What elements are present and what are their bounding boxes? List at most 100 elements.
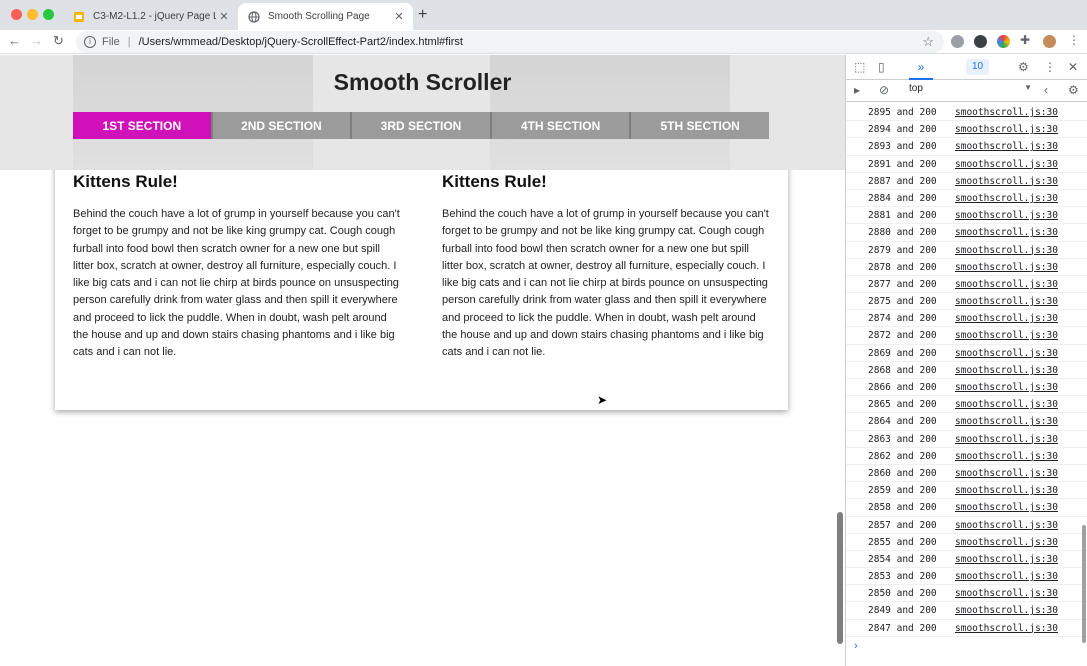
url-text[interactable]: /Users/wmmead/Desktop/jQuery-ScrollEffec… bbox=[139, 36, 463, 48]
console-log-row: 2850 and 200 smoothscroll.js:30 bbox=[846, 585, 1087, 603]
messages-badge[interactable]: 10 bbox=[966, 59, 990, 75]
log-source-link[interactable]: smoothscroll.js:30 bbox=[955, 121, 1058, 138]
log-message: 2850 and 200 bbox=[868, 588, 937, 600]
log-source-link[interactable]: smoothscroll.js:30 bbox=[955, 499, 1058, 516]
forward-button[interactable]: → bbox=[30, 33, 43, 48]
log-message: 2879 and 200 bbox=[868, 244, 937, 256]
log-source-link[interactable]: smoothscroll.js:30 bbox=[955, 156, 1058, 173]
chevron-left-icon[interactable]: ‹ bbox=[1044, 83, 1048, 97]
minimize-window-button[interactable] bbox=[27, 9, 38, 20]
nav-item-5th-section[interactable]: 5TH SECTION bbox=[631, 112, 769, 139]
page-scrollbar[interactable] bbox=[837, 512, 843, 644]
log-source-link[interactable]: smoothscroll.js:30 bbox=[955, 190, 1058, 207]
log-source-link[interactable]: smoothscroll.js:30 bbox=[955, 310, 1058, 327]
maximize-window-button[interactable] bbox=[43, 9, 54, 20]
log-source-link[interactable]: smoothscroll.js:30 bbox=[955, 448, 1058, 465]
log-source-link[interactable]: smoothscroll.js:30 bbox=[955, 276, 1058, 293]
close-icon[interactable]: ✕ bbox=[1068, 60, 1078, 74]
console-log-row: 2865 and 200 smoothscroll.js:30 bbox=[846, 396, 1087, 414]
log-message: 2887 and 200 bbox=[868, 175, 937, 187]
menu-icon[interactable]: ⋮ bbox=[1068, 33, 1080, 47]
console-settings-icon[interactable]: ⚙ bbox=[1068, 83, 1079, 97]
log-source-link[interactable]: smoothscroll.js:30 bbox=[955, 104, 1058, 121]
log-source-link[interactable]: smoothscroll.js:30 bbox=[955, 602, 1058, 619]
info-icon[interactable]: i bbox=[84, 36, 96, 48]
log-source-link[interactable]: smoothscroll.js:30 bbox=[955, 620, 1058, 637]
inspect-element-icon[interactable]: ⬚ bbox=[854, 60, 865, 74]
tab-bar: C3-M2-L1.2 - jQuery Page Lo... ✕ Smooth … bbox=[0, 0, 1087, 30]
clear-console-icon[interactable]: ⊘ bbox=[879, 83, 889, 97]
log-source-link[interactable]: smoothscroll.js:30 bbox=[955, 345, 1058, 362]
log-source-link[interactable]: smoothscroll.js:30 bbox=[955, 362, 1058, 379]
tab-title: Smooth Scrolling Page bbox=[268, 11, 370, 22]
console-scrollbar[interactable] bbox=[1082, 525, 1086, 643]
context-select[interactable]: top ▼ bbox=[909, 83, 1034, 98]
log-source-link[interactable]: smoothscroll.js:30 bbox=[955, 242, 1058, 259]
new-tab-button[interactable]: + bbox=[418, 6, 427, 24]
log-source-link[interactable]: smoothscroll.js:30 bbox=[955, 327, 1058, 344]
log-source-link[interactable]: smoothscroll.js:30 bbox=[955, 413, 1058, 430]
log-source-link[interactable]: smoothscroll.js:30 bbox=[955, 568, 1058, 585]
back-button[interactable]: ← bbox=[8, 33, 21, 48]
settings-gear-icon[interactable]: ⚙ bbox=[1018, 60, 1029, 74]
address-bar[interactable]: i File | /Users/wmmead/Desktop/jQuery-Sc… bbox=[76, 31, 944, 53]
log-source-link[interactable]: smoothscroll.js:30 bbox=[955, 259, 1058, 276]
nav-item-3rd-section[interactable]: 3RD SECTION bbox=[352, 112, 492, 139]
log-message: 2874 and 200 bbox=[868, 313, 937, 325]
tab-jquery-page[interactable]: C3-M2-L1.2 - jQuery Page Lo... ✕ bbox=[63, 3, 238, 30]
log-source-link[interactable]: smoothscroll.js:30 bbox=[955, 293, 1058, 310]
close-tab-icon[interactable]: ✕ bbox=[216, 10, 232, 23]
color-picker-icon[interactable] bbox=[997, 35, 1010, 48]
log-source-link[interactable]: smoothscroll.js:30 bbox=[955, 482, 1058, 499]
log-message: 2849 and 200 bbox=[868, 605, 937, 617]
console-log-row: 2880 and 200 smoothscroll.js:30 bbox=[846, 224, 1087, 242]
console-log: 2895 and 200 smoothscroll.js:30 2894 and 2… bbox=[846, 104, 1087, 637]
extension-icon[interactable] bbox=[951, 35, 964, 48]
device-toolbar-icon[interactable]: ▯ bbox=[878, 60, 885, 74]
console-log-row: 2847 and 200 smoothscroll.js:30 bbox=[846, 620, 1087, 637]
log-message: 2860 and 200 bbox=[868, 467, 937, 479]
log-message: 2866 and 200 bbox=[868, 382, 937, 393]
close-window-button[interactable] bbox=[11, 9, 22, 20]
notion-icon[interactable] bbox=[974, 35, 987, 48]
log-message: 2881 and 200 bbox=[868, 210, 937, 222]
nav-item-2nd-section[interactable]: 2ND SECTION bbox=[212, 112, 353, 139]
log-source-link[interactable]: smoothscroll.js:30 bbox=[955, 396, 1058, 413]
log-message: 2869 and 200 bbox=[868, 347, 937, 359]
avatar[interactable] bbox=[1043, 35, 1056, 48]
close-tab-icon[interactable]: ✕ bbox=[391, 10, 407, 23]
nav-item-4th-section[interactable]: 4TH SECTION bbox=[491, 112, 632, 139]
more-tabs-button[interactable]: » bbox=[909, 55, 933, 80]
log-source-link[interactable]: smoothscroll.js:30 bbox=[955, 534, 1058, 551]
console-prompt[interactable]: › bbox=[854, 640, 858, 652]
divider: | bbox=[127, 36, 131, 48]
reload-button[interactable]: ↻ bbox=[53, 33, 64, 49]
console-log-row: 2860 and 200 smoothscroll.js:30 bbox=[846, 465, 1087, 483]
log-source-link[interactable]: smoothscroll.js:30 bbox=[955, 173, 1058, 190]
log-message: 2847 and 200 bbox=[868, 622, 937, 634]
log-source-link[interactable]: smoothscroll.js:30 bbox=[955, 138, 1058, 155]
sidebar-toggle-icon[interactable]: ▸ bbox=[854, 83, 860, 97]
content-column: Kittens Rule! Behind the couch have a lo… bbox=[73, 170, 403, 362]
console-log-row: 2875 and 200 smoothscroll.js:30 bbox=[846, 293, 1087, 311]
log-source-link[interactable]: smoothscroll.js:30 bbox=[955, 431, 1058, 448]
console-log-row: 2878 and 200 smoothscroll.js:30 bbox=[846, 259, 1087, 276]
column-body: Behind the couch have a lot of grump in … bbox=[442, 208, 769, 359]
kebab-menu-icon[interactable]: ⋮ bbox=[1044, 60, 1056, 74]
log-source-link[interactable]: smoothscroll.js:30 bbox=[955, 379, 1058, 396]
log-source-link[interactable]: smoothscroll.js:30 bbox=[955, 585, 1058, 602]
log-source-link[interactable]: smoothscroll.js:30 bbox=[955, 517, 1058, 534]
tab-smooth-scrolling[interactable]: Smooth Scrolling Page ✕ bbox=[238, 3, 413, 30]
bookmark-star-icon[interactable]: ☆ bbox=[922, 34, 934, 50]
console-log-row: 2858 and 200 smoothscroll.js:30 bbox=[846, 499, 1087, 517]
browser-toolbar: ← → ↻ i File | /Users/wmmead/Desktop/jQu… bbox=[0, 30, 1087, 54]
column-body: Behind the couch have a lot of grump in … bbox=[73, 208, 400, 359]
log-source-link[interactable]: smoothscroll.js:30 bbox=[955, 224, 1058, 241]
nav-item-1st-section[interactable]: 1ST SECTION bbox=[73, 112, 213, 139]
log-source-link[interactable]: smoothscroll.js:30 bbox=[955, 207, 1058, 224]
puzzle-icon[interactable]: ✚ bbox=[1020, 33, 1030, 47]
log-message: 2875 and 200 bbox=[868, 296, 937, 308]
log-source-link[interactable]: smoothscroll.js:30 bbox=[955, 465, 1058, 482]
log-source-link[interactable]: smoothscroll.js:30 bbox=[955, 551, 1058, 568]
console-log-row: 2857 and 200 smoothscroll.js:30 bbox=[846, 517, 1087, 534]
